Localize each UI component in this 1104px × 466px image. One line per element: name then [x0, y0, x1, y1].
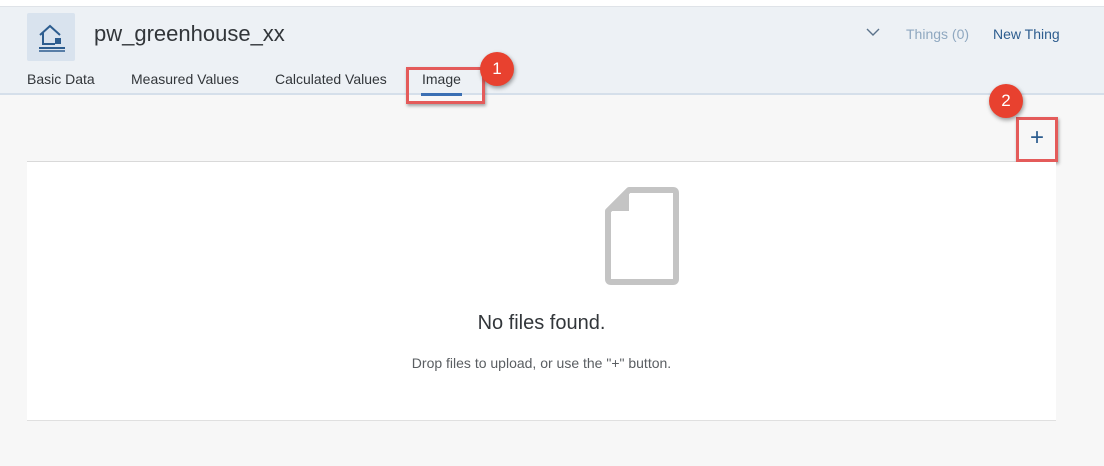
upload-panel[interactable]: No files found. Drop files to upload, or…	[27, 162, 1056, 421]
object-header: pw_greenhouse_xx Things (0) New Thing Ba…	[0, 7, 1104, 96]
things-link[interactable]: Things (0)	[906, 26, 969, 42]
callout-highlight-add-button	[1016, 117, 1058, 162]
callout-badge-1: 1	[480, 52, 514, 86]
callout-highlight-image-tab	[406, 67, 485, 104]
callout-badge-2: 2	[989, 84, 1023, 118]
empty-state-hint: Drop files to upload, or use the "+" but…	[411, 355, 672, 371]
new-thing-button[interactable]: New Thing	[993, 26, 1060, 42]
tab-basic-data[interactable]: Basic Data	[27, 71, 95, 87]
blank-file-icon	[605, 187, 679, 290]
page-title: pw_greenhouse_xx	[94, 21, 285, 46]
tab-calculated-values[interactable]: Calculated Values	[275, 71, 387, 87]
top-strip	[0, 0, 1104, 7]
chevron-down-icon[interactable]	[866, 25, 880, 42]
empty-state-title: No files found.	[477, 312, 606, 334]
greenhouse-thing-icon	[27, 13, 75, 61]
tab-measured-values[interactable]: Measured Values	[131, 71, 239, 87]
